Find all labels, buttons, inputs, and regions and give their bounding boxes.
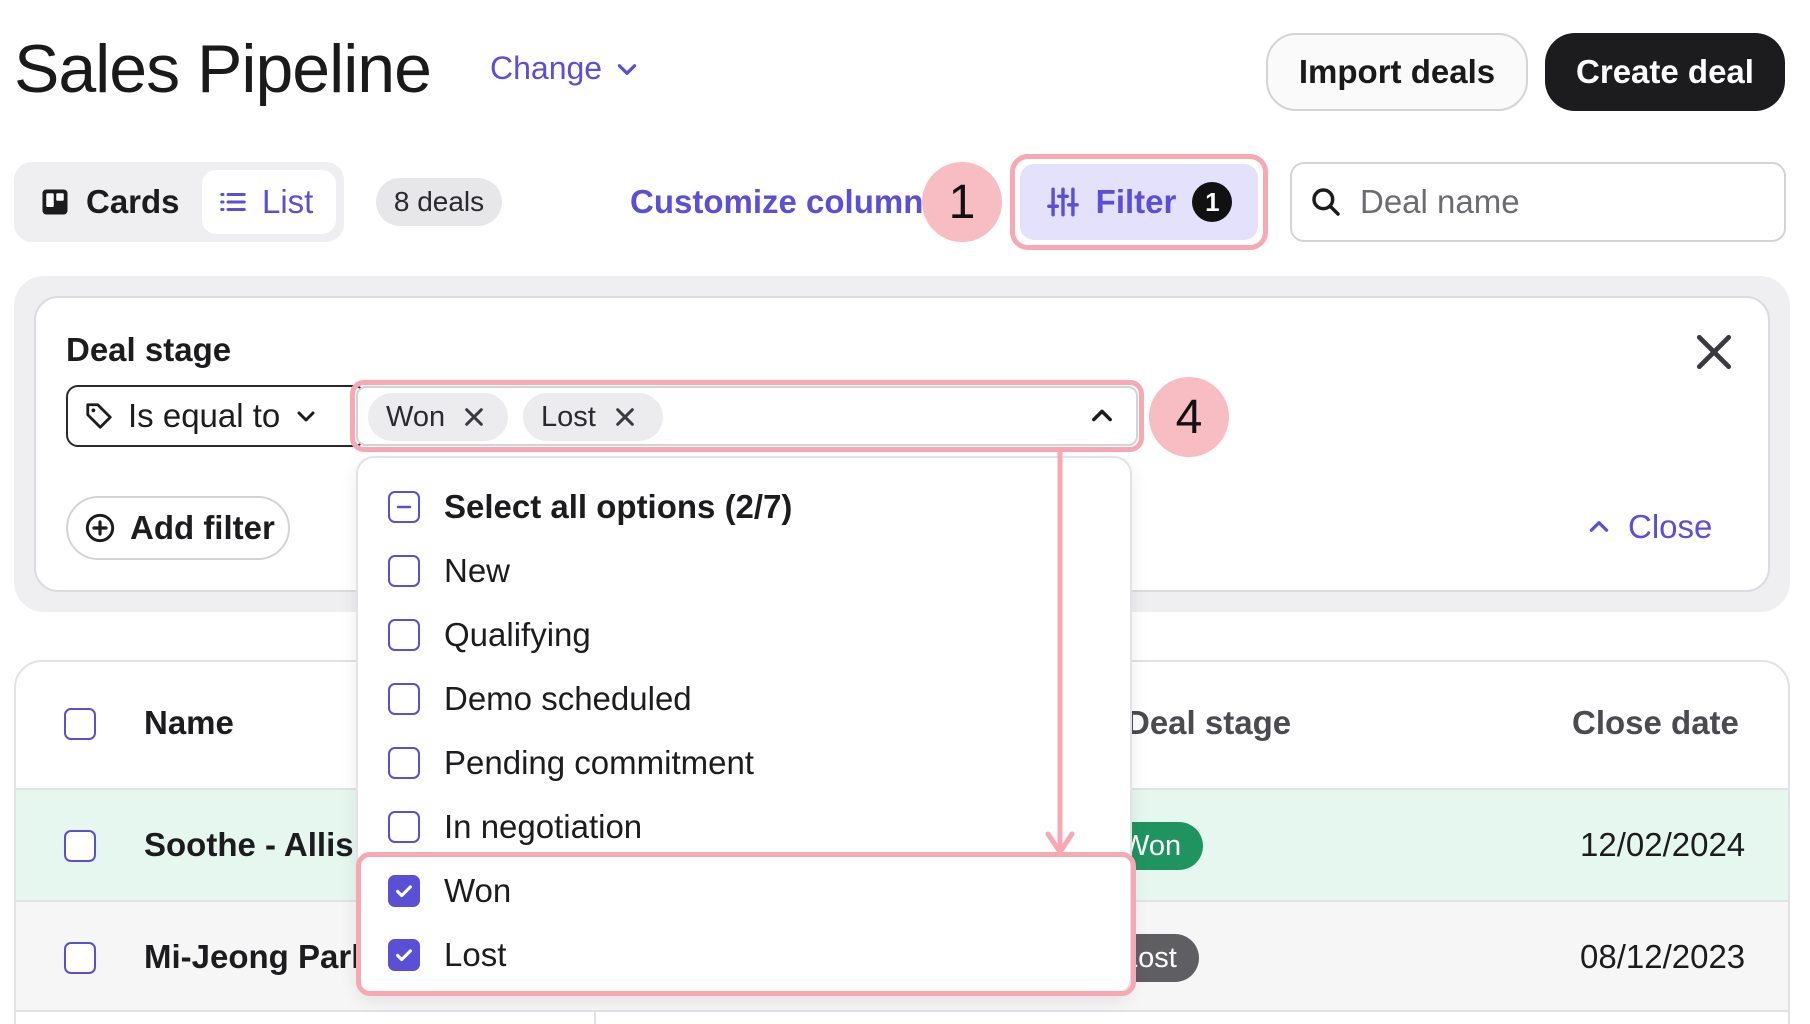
partial-checkbox[interactable] [388, 491, 420, 523]
option-checkbox[interactable] [388, 555, 420, 587]
sliders-icon [1046, 187, 1079, 217]
deal-name-cell[interactable]: Mi-Jeong Park [144, 938, 380, 976]
close-filters-button[interactable]: Close [1586, 508, 1712, 546]
deal-name-cell[interactable]: Soothe - Allis D [144, 826, 380, 864]
filter-label: Filter [1095, 183, 1177, 220]
view-list-label: List [262, 183, 314, 220]
filter-field-label: Deal stage [66, 331, 232, 368]
remove-chip-icon[interactable] [463, 406, 485, 428]
filter-count-badge: 1 [1192, 182, 1233, 222]
search-box[interactable] [1290, 162, 1786, 242]
tag-icon [86, 403, 112, 429]
option-demo-scheduled[interactable]: Demo scheduled [388, 674, 692, 724]
import-deals-button[interactable]: Import deals [1266, 33, 1528, 111]
list-icon [220, 193, 246, 211]
customize-columns-label: Customize columns [630, 183, 926, 220]
close-date-cell: 12/02/2024 [1580, 826, 1746, 863]
close-filters-label: Close [1628, 508, 1713, 545]
value-chip-won: Won [368, 393, 508, 441]
operator-select[interactable]: Is equal to [66, 385, 366, 447]
customize-columns-button[interactable]: Customize columns [616, 178, 926, 226]
option-label: Pending commitment [444, 744, 754, 781]
column-header-deal-stage[interactable]: Deal stage [1126, 704, 1291, 742]
option-checkbox[interactable] [388, 683, 420, 715]
view-list-button[interactable]: List [202, 170, 336, 234]
chevron-down-icon [297, 411, 315, 422]
option-pending-commitment[interactable]: Pending commitment [388, 738, 754, 788]
option-label: In negotiation [444, 808, 643, 845]
chevron-up-icon [1589, 521, 1609, 532]
step-marker-1: 1 [922, 162, 1002, 242]
column-header-name[interactable]: Name [144, 704, 234, 742]
minus-icon [396, 505, 412, 509]
filter-button[interactable]: Filter 1 [1020, 164, 1258, 240]
view-cards-label: Cards [86, 183, 180, 220]
chevron-down-icon [617, 63, 637, 75]
won-lost-highlight-outline [356, 852, 1136, 996]
search-icon [1312, 188, 1340, 216]
change-label: Change [490, 50, 603, 86]
annotation-arrow-icon [1045, 452, 1075, 855]
add-filter-label: Add filter [130, 509, 275, 546]
option-checkbox[interactable] [388, 747, 420, 779]
add-filter-button[interactable]: Add filter [66, 496, 290, 560]
select-all-option[interactable]: Select all options (2/7) [388, 482, 792, 532]
option-label: Demo scheduled [444, 680, 692, 717]
row-checkbox[interactable] [64, 942, 96, 974]
cards-icon [42, 189, 68, 215]
search-input[interactable] [1360, 183, 1760, 221]
option-checkbox[interactable] [388, 619, 420, 651]
option-label: Qualifying [444, 616, 591, 653]
chevron-up-icon[interactable] [1088, 402, 1116, 430]
row-checkbox[interactable] [64, 830, 96, 862]
value-chip-lost: Lost [523, 393, 663, 441]
create-deal-button[interactable]: Create deal [1545, 33, 1785, 111]
deals-count-badge: 8 deals [376, 178, 502, 226]
change-pipeline-button[interactable]: Change [490, 50, 640, 87]
step-marker-4: 4 [1149, 377, 1229, 457]
chip-label: Lost [541, 400, 596, 433]
view-cards-button[interactable]: Cards [26, 171, 186, 233]
plus-circle-icon [85, 513, 115, 543]
option-checkbox[interactable] [388, 811, 420, 843]
close-icon[interactable] [1692, 330, 1736, 374]
remove-chip-icon[interactable] [614, 406, 636, 428]
page-title: Sales Pipeline [14, 31, 432, 107]
chip-label: Won [386, 400, 446, 433]
select-all-rows-checkbox[interactable] [64, 708, 96, 740]
option-label: New [444, 552, 511, 589]
select-all-label: Select all options (2/7) [444, 488, 793, 525]
option-new[interactable]: New [388, 546, 510, 596]
operator-value: Is equal to [128, 397, 281, 434]
column-divider [594, 1012, 596, 1024]
column-header-close-date[interactable]: Close date [1572, 704, 1739, 742]
option-qualifying[interactable]: Qualifying [388, 610, 591, 660]
option-in-negotiation[interactable]: In negotiation [388, 802, 642, 852]
close-date-cell: 08/12/2023 [1580, 938, 1746, 975]
